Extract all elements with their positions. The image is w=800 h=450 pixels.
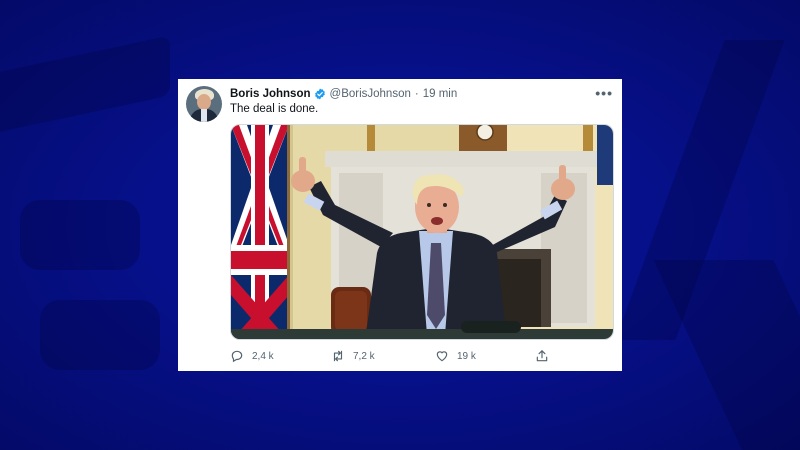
like-count: 19 k — [457, 350, 476, 362]
author-handle[interactable]: @BorisJohnson — [330, 88, 411, 100]
watermark-shape — [40, 300, 160, 370]
retweet-count: 7,2 k — [353, 350, 375, 362]
watermark-shape — [20, 200, 140, 270]
share-icon — [536, 350, 548, 362]
reply-count: 2,4 k — [252, 350, 274, 362]
reply-button[interactable]: 2,4 k — [230, 349, 274, 363]
watermark-shape — [653, 260, 800, 450]
more-icon[interactable]: ••• — [595, 85, 613, 101]
tweet-header: Boris Johnson @BorisJohnson · 19 min — [230, 86, 457, 102]
tweet-text: The deal is done. — [230, 103, 319, 115]
author-name[interactable]: Boris Johnson — [230, 88, 311, 100]
share-button[interactable] — [535, 349, 557, 363]
like-button[interactable]: 19 k — [435, 349, 476, 363]
reply-icon — [231, 350, 243, 363]
avatar[interactable] — [186, 86, 222, 122]
retweet-icon — [333, 350, 343, 362]
watermark-shape — [0, 35, 170, 145]
tweet-image[interactable] — [230, 124, 614, 340]
tweet-timestamp[interactable]: 19 min — [423, 88, 458, 100]
like-icon — [436, 351, 448, 362]
verified-badge-icon — [314, 88, 326, 100]
tweet-card[interactable]: Boris Johnson @BorisJohnson · 19 min •••… — [178, 79, 622, 371]
retweet-button[interactable]: 7,2 k — [331, 349, 375, 363]
separator-dot: · — [414, 88, 419, 100]
tweet-actions: 2,4 k 7,2 k 19 k — [230, 349, 614, 365]
